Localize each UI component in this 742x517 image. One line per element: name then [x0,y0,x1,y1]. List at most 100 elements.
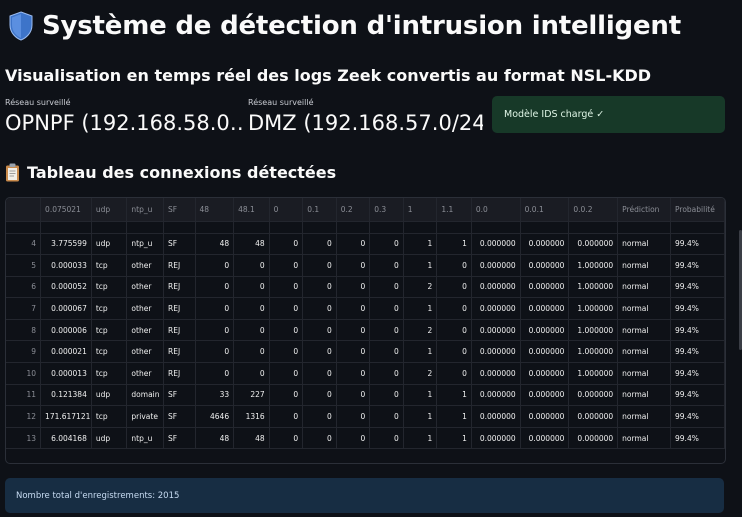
table-cell: 0.000000 [520,340,570,364]
table-cell: 99.4% [670,276,725,299]
table-row[interactable]: 10 0.000013 tcp other REJ 0 0 0 0 0 0 2 0 0.000000 0.0… [6,362,725,385]
table-cell: 1 [436,233,472,256]
table-cell: 2 [403,276,438,299]
table-cell: 0 [233,254,270,277]
column-header[interactable]: 0.2 [336,198,371,222]
column-header[interactable]: Probabilité [670,198,725,222]
table-cell: 99.4% [670,297,725,320]
table-cell: 1.000000 [568,362,619,385]
table-cell: 99.4% [670,384,725,407]
table-cell: 0 [233,319,270,342]
column-header[interactable]: ntp_u [126,198,164,222]
table-cell: 0 [369,340,404,364]
table-cell: REJ [163,297,196,320]
table-cell: private [126,405,164,428]
column-header[interactable]: 0 [269,198,304,222]
table-cell: 48 [233,427,270,450]
table-row[interactable]: 8 0.000006 tcp other REJ 0 0 0 0 0 0 2 0 0.000000 0.00… [6,319,725,342]
table-cell: 1316 [233,405,270,428]
table-row[interactable]: 11 0.121384 udp domain SF 33 227 0 0 0 0 1 1 0.000000… [6,384,725,407]
table-row[interactable]: 5 0.000033 tcp other REJ 0 0 0 0 0 0 1 0 0.000000 0.00… [6,254,725,277]
column-header[interactable]: udp [91,198,128,222]
table-row[interactable]: 7 0.000067 tcp other REJ 0 0 0 0 0 0 1 0 0.000000 0.00… [6,297,725,320]
table-cell: 0 [369,427,404,450]
table-cell: 0 [436,297,472,320]
row-index: 7 [6,297,42,320]
table-cell: 99.4% [670,405,725,428]
table-cell: 4646 [195,405,235,428]
table-cell: 0 [369,362,404,385]
table-cell: 0 [336,254,371,277]
table-cell: 0.000000 [471,319,521,342]
row-index: 10 [6,362,42,385]
table-cell: tcp [91,254,128,277]
connections-table[interactable]: 0.075021 udp ntp_u SF 48 48.1 0 0.1 0.2 0.3 1 1.1 0.… [5,197,726,464]
table-row[interactable]: 12 171.617121 tcp private SF 4646 1316 0 0 0 0 1 1 0.… [6,405,725,428]
table-cell: 0.000000 [520,362,570,385]
table-row[interactable]: 13 6.004168 udp ntp_u SF 48 48 0 0 0 0 1 1 0.000000 0.… [6,427,725,450]
table-cell: 1.000000 [568,319,619,342]
table-cell: 0 [336,319,371,342]
table-cell: 0 [336,340,371,364]
table-row[interactable]: 9 0.000021 tcp other REJ 0 0 0 0 0 0 1 0 0.000000 0.00… [6,340,725,364]
column-header[interactable]: Prédiction [617,198,672,222]
table-cell: 0 [302,405,337,428]
table-cell: 99.4% [670,233,725,256]
metric-label: Réseau surveillé [5,98,71,107]
column-header[interactable]: 0.3 [369,198,404,222]
table-cell: tcp [91,276,128,299]
table-cell: 48 [233,233,270,256]
table-cell: 0 [302,362,337,385]
table-cell: normal [617,405,672,428]
table-cell: REJ [163,340,196,364]
table-cell: SF [163,427,196,450]
table-cell: tcp [91,297,128,320]
table-cell: normal [617,362,672,385]
column-header[interactable]: 0.1 [302,198,337,222]
table-cell: REJ [163,254,196,277]
column-header[interactable]: 0.0.1 [520,198,570,222]
table-cell: 6.004168 [40,427,92,450]
table-cell: 0.000033 [40,254,92,277]
column-header[interactable]: 48 [195,198,235,222]
table-cell: 0 [269,340,304,364]
table-cell: 227 [233,384,270,407]
table-cell: normal [617,297,672,320]
column-header[interactable]: 0.0 [471,198,521,222]
column-header[interactable]: 1 [403,198,438,222]
table-cell: 0.000000 [471,384,521,407]
table-cell: tcp [91,340,128,364]
column-header[interactable]: 0.075021 [40,198,92,222]
table-cell: 0 [302,427,337,450]
column-header[interactable]: 0.0.2 [568,198,619,222]
table-cell: 1.000000 [568,276,619,299]
column-header[interactable] [6,198,42,222]
table-cell: REJ [163,362,196,385]
table-cell: 0 [369,297,404,320]
table-row[interactable]: 4 3.775599 udp ntp_u SF 48 48 0 0 0 0 1 1 0.000000 0.0… [6,233,725,256]
table-cell: 0 [195,362,235,385]
table-cell: 0 [269,384,304,407]
table-cell: normal [617,276,672,299]
metric-value: OPNPF (192.168.58.0… [5,111,243,135]
row-index: 9 [6,340,42,364]
table-cell: 0.000000 [568,427,619,450]
table-cell: 48 [195,427,235,450]
table-cell: 1 [403,384,438,407]
table-cell: 0 [369,276,404,299]
column-header[interactable]: 48.1 [233,198,270,222]
table-cell: 0 [336,405,371,428]
table-cell: domain [126,384,164,407]
table-cell: 0.000000 [520,233,570,256]
table-cell: SF [163,233,196,256]
table-cell: 0.000067 [40,297,92,320]
column-header[interactable]: 1.1 [436,198,472,222]
table-row[interactable]: 6 0.000052 tcp other REJ 0 0 0 0 0 0 2 0 0.000000 0.00… [6,276,725,299]
row-index: 13 [6,427,42,450]
table-cell: 0 [336,362,371,385]
column-header[interactable]: SF [163,198,196,222]
table-cell: 0.000000 [520,276,570,299]
table-cell: 0 [336,427,371,450]
table-cell: 0.000000 [471,233,521,256]
table-cell: 0 [369,233,404,256]
